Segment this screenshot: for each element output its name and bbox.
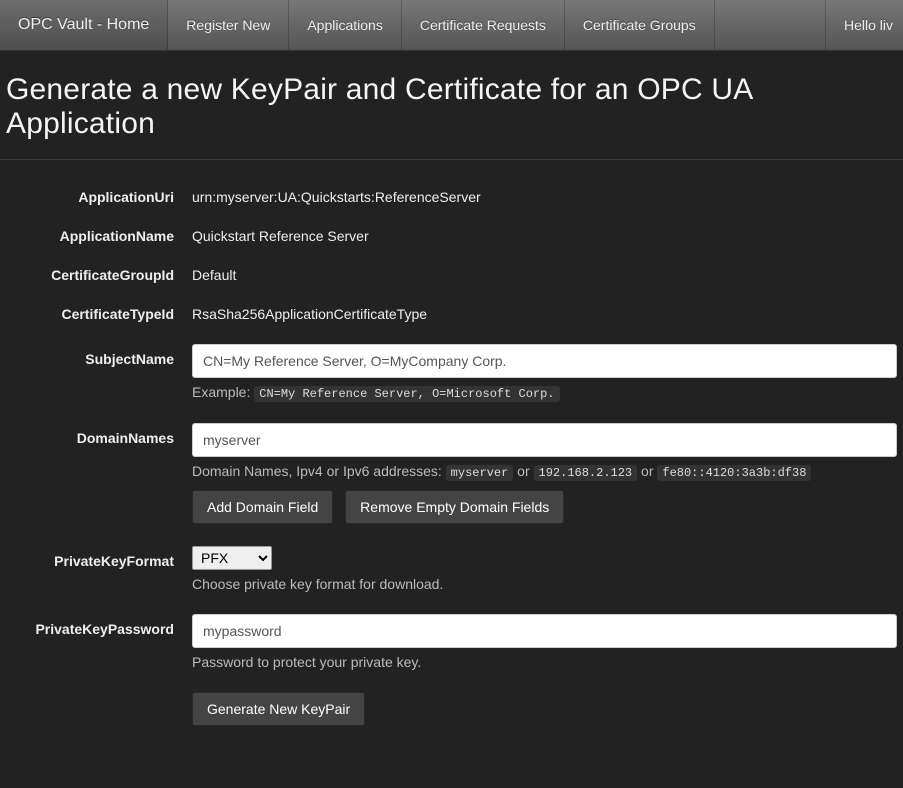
help-domain-names: Domain Names, Ipv4 or Ipv6 addresses: my… — [192, 463, 897, 480]
add-domain-field-button[interactable]: Add Domain Field — [192, 490, 333, 524]
label-private-key-format: PrivateKeyFormat — [6, 546, 192, 569]
generate-new-keypair-button[interactable]: Generate New KeyPair — [192, 692, 365, 726]
row-private-key-format: PrivateKeyFormat PFX Choose private key … — [6, 546, 897, 592]
help-domain-ex2: 192.168.2.123 — [534, 465, 638, 481]
label-submit-spacer — [6, 692, 192, 699]
nav-user-greeting[interactable]: Hello liv — [825, 0, 903, 50]
help-domain-or1: or — [513, 463, 533, 479]
input-domain-names[interactable] — [192, 423, 897, 457]
help-private-key-format: Choose private key format for download. — [192, 576, 897, 592]
nav-certificate-requests[interactable]: Certificate Requests — [402, 0, 565, 50]
row-application-uri: ApplicationUri urn:myserver:UA:Quickstar… — [6, 182, 897, 205]
label-domain-names: DomainNames — [6, 423, 192, 446]
remove-empty-domain-fields-button[interactable]: Remove Empty Domain Fields — [345, 490, 564, 524]
help-domain-or2: or — [637, 463, 657, 479]
label-certificate-group-id: CertificateGroupId — [6, 260, 192, 283]
label-certificate-type-id: CertificateTypeId — [6, 299, 192, 322]
navbar: OPC Vault - Home Register New Applicatio… — [0, 0, 903, 51]
label-subject-name: SubjectName — [6, 344, 192, 367]
value-certificate-type-id: RsaSha256ApplicationCertificateType — [192, 299, 897, 322]
select-private-key-format[interactable]: PFX — [192, 546, 272, 570]
row-private-key-password: PrivateKeyPassword Password to protect y… — [6, 614, 897, 670]
page-title: Generate a new KeyPair and Certificate f… — [0, 51, 903, 160]
row-certificate-group-id: CertificateGroupId Default — [6, 260, 897, 283]
row-submit: Generate New KeyPair — [6, 692, 897, 726]
value-application-uri: urn:myserver:UA:Quickstarts:ReferenceSer… — [192, 182, 897, 205]
nav-register-new[interactable]: Register New — [168, 0, 289, 50]
form-area: ApplicationUri urn:myserver:UA:Quickstar… — [0, 160, 903, 788]
label-application-name: ApplicationName — [6, 221, 192, 244]
help-private-key-password: Password to protect your private key. — [192, 654, 897, 670]
input-private-key-password[interactable] — [192, 614, 897, 648]
input-subject-name[interactable] — [192, 344, 897, 378]
help-domain-prefix: Domain Names, Ipv4 or Ipv6 addresses: — [192, 463, 446, 479]
help-domain-ex1: myserver — [446, 465, 514, 481]
row-application-name: ApplicationName Quickstart Reference Ser… — [6, 221, 897, 244]
nav-certificate-groups[interactable]: Certificate Groups — [565, 0, 715, 50]
label-application-uri: ApplicationUri — [6, 182, 192, 205]
row-domain-names: DomainNames Domain Names, Ipv4 or Ipv6 a… — [6, 423, 897, 524]
help-subject-prefix: Example: — [192, 384, 254, 400]
value-application-name: Quickstart Reference Server — [192, 221, 897, 244]
help-subject-name: Example: CN=My Reference Server, O=Micro… — [192, 384, 897, 401]
value-certificate-group-id: Default — [192, 260, 897, 283]
help-domain-ex3: fe80::4120:3a3b:df38 — [657, 465, 811, 481]
label-private-key-password: PrivateKeyPassword — [6, 614, 192, 637]
help-subject-example: CN=My Reference Server, O=Microsoft Corp… — [254, 386, 559, 402]
nav-applications[interactable]: Applications — [289, 0, 402, 50]
row-certificate-type-id: CertificateTypeId RsaSha256ApplicationCe… — [6, 299, 897, 322]
nav-brand[interactable]: OPC Vault - Home — [0, 0, 168, 50]
row-subject-name: SubjectName Example: CN=My Reference Ser… — [6, 344, 897, 401]
